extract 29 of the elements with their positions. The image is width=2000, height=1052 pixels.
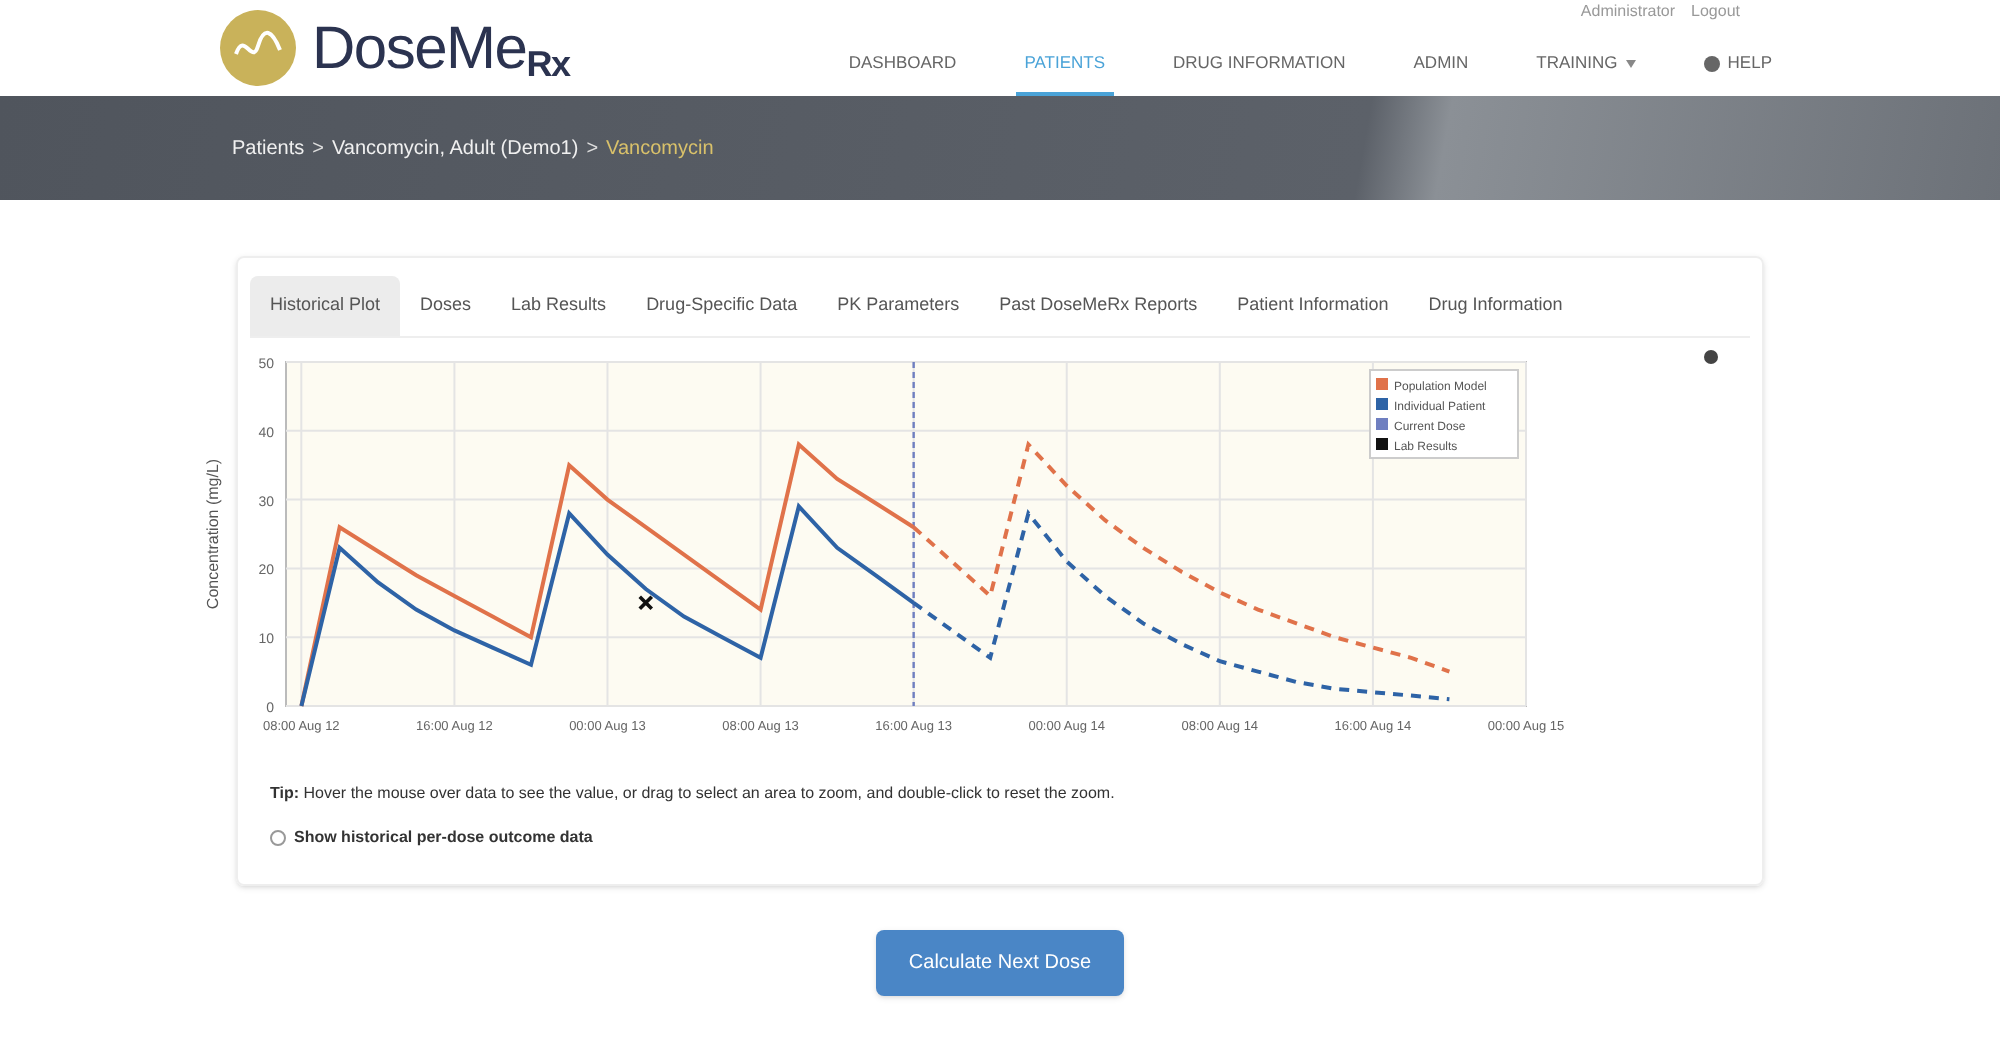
lab-result-marker [637, 594, 654, 610]
tab[interactable]: Historical Plot [250, 276, 401, 335]
tab[interactable]: PK Parameters [817, 276, 980, 335]
tab[interactable]: Doses [400, 276, 492, 335]
tab[interactable]: Patient Information [1217, 276, 1409, 335]
tab[interactable]: Drug Information [1408, 276, 1583, 335]
help-icon [1703, 55, 1720, 72]
breadcrumb-link[interactable]: Patients [232, 133, 305, 163]
caret-icon [1625, 59, 1636, 68]
nav-link[interactable]: HELP [1695, 50, 1780, 96]
tab[interactable]: Drug-Specific Data [626, 276, 818, 335]
checkbox[interactable] [270, 829, 286, 845]
breadcrumb-link[interactable]: Vancomycin [606, 133, 714, 163]
logo-text: DoseMe$_{Rx}$ [312, 13, 570, 88]
nav-link[interactable]: ADMIN [1405, 50, 1477, 96]
settings-icon[interactable] [1704, 350, 1718, 364]
nav-link[interactable]: DRUG INFORMATION [1165, 50, 1354, 96]
breadcrumb-link[interactable]: Vancomycin, Adult (Demo1) [331, 133, 579, 163]
logo-icon [220, 10, 296, 86]
breadcrumb-separator: > [312, 135, 324, 163]
nav-link[interactable]: TRAINING [1528, 50, 1644, 96]
breadcrumb-separator: > [586, 135, 599, 163]
tip-text: Tip: Hover the mouse over data to see the value, or drag to select an area to zoom, and double-click to reset the zoom. [270, 781, 1117, 805]
calculate-button[interactable]: Calculate Next Dose [876, 930, 1124, 996]
checkbox-label: Show historical per-dose outcome data [294, 825, 593, 849]
tab[interactable]: Lab Results [491, 276, 627, 335]
y-axis-label: Concentration (mg/L) [204, 457, 222, 609]
nav-link[interactable]: DASHBOARD [840, 50, 965, 96]
tab[interactable]: Past DoseMeRx Reports [979, 276, 1218, 335]
